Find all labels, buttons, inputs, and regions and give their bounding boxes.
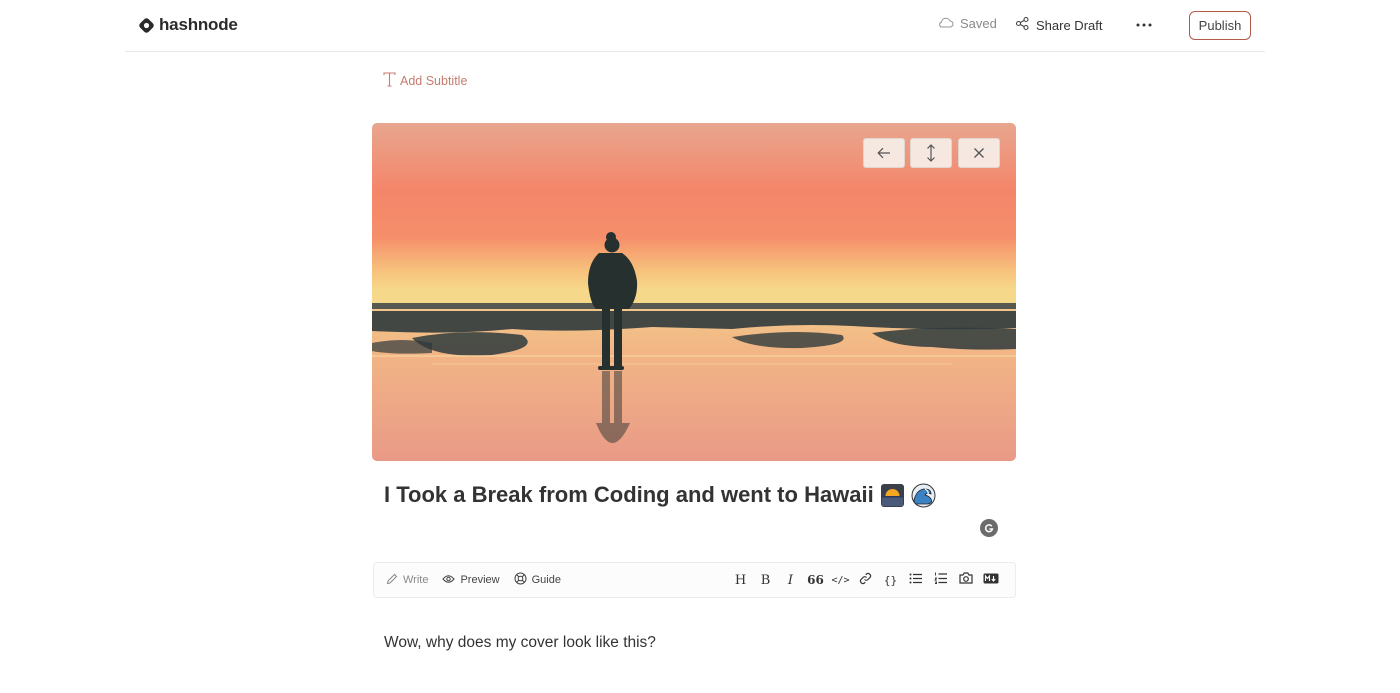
- italic-icon: I: [787, 572, 794, 588]
- tab-write-label: Write: [403, 574, 429, 586]
- resize-vertical-icon: [926, 144, 936, 162]
- tab-guide[interactable]: Guide: [514, 572, 561, 588]
- numbered-list-icon: [934, 572, 947, 588]
- quote-icon: 66: [807, 573, 824, 587]
- bold-button[interactable]: B: [753, 563, 778, 597]
- saved-label: Saved: [960, 16, 997, 31]
- link-button[interactable]: [853, 563, 878, 597]
- tab-write[interactable]: Write: [386, 573, 428, 588]
- bullet-list-button[interactable]: [903, 563, 928, 597]
- more-icon: [1135, 13, 1153, 40]
- add-subtitle-label: Add Subtitle: [400, 74, 468, 88]
- markdown-button[interactable]: [978, 563, 1003, 597]
- hashnode-logo-icon: [138, 17, 155, 34]
- text-t-icon: [383, 72, 396, 90]
- link-icon: [859, 572, 872, 589]
- camera-icon: [958, 572, 973, 588]
- italic-button[interactable]: I: [778, 563, 803, 597]
- share-icon: [1015, 16, 1030, 34]
- tab-guide-label: Guide: [531, 574, 561, 586]
- saved-status: Saved: [937, 16, 997, 31]
- heading-button[interactable]: H: [728, 563, 753, 597]
- brand-name: hashnode: [159, 15, 238, 34]
- code-block-button[interactable]: {}: [878, 563, 903, 597]
- wave-emoji-icon: [911, 483, 936, 508]
- article-title[interactable]: I Took a Break from Coding and went to H…: [384, 482, 936, 508]
- top-bar: hashnode Saved Share Draft Publish: [125, 0, 1265, 52]
- article-title-text: I Took a Break from Coding and went to H…: [384, 482, 874, 507]
- add-subtitle-button[interactable]: Add Subtitle: [383, 72, 467, 90]
- grammarly-icon[interactable]: [980, 519, 998, 537]
- heading-icon: H: [734, 572, 747, 588]
- code-icon: </>: [831, 574, 850, 586]
- tab-preview[interactable]: Preview: [442, 574, 500, 587]
- code-block-icon: {}: [883, 573, 898, 587]
- code-button[interactable]: </>: [828, 563, 853, 597]
- cloud-icon: [937, 16, 954, 31]
- eye-icon: [442, 574, 456, 587]
- sunset-emoji-icon: [880, 483, 905, 508]
- editor-body[interactable]: Wow, why does my cover look like this?: [384, 634, 656, 652]
- share-draft-label: Share Draft: [1036, 17, 1103, 33]
- lifebuoy-icon: [514, 572, 527, 588]
- editor-toolbar: Write Preview Guide H B I 66 </> {}: [373, 562, 1016, 598]
- markdown-icon: [983, 573, 999, 588]
- close-icon: [973, 147, 985, 159]
- arrow-left-icon: [877, 147, 891, 159]
- more-options-button[interactable]: [1135, 13, 1153, 40]
- image-upload-button[interactable]: [953, 563, 978, 597]
- tab-preview-label: Preview: [460, 574, 500, 586]
- publish-button[interactable]: Publish: [1189, 11, 1251, 40]
- cover-remove-button[interactable]: [958, 138, 1000, 168]
- cover-back-button[interactable]: [863, 138, 905, 168]
- bullet-list-icon: [909, 573, 922, 588]
- cover-image: [372, 123, 1016, 461]
- bold-icon: B: [760, 572, 771, 588]
- share-draft-button[interactable]: Share Draft: [1015, 16, 1102, 34]
- sunset-beach-photo: [372, 123, 1016, 461]
- numbered-list-button[interactable]: [928, 563, 953, 597]
- pencil-icon: [386, 573, 398, 588]
- quote-button[interactable]: 66: [803, 563, 828, 597]
- cover-reposition-button[interactable]: [910, 138, 952, 168]
- hashnode-logo[interactable]: hashnode: [138, 15, 238, 35]
